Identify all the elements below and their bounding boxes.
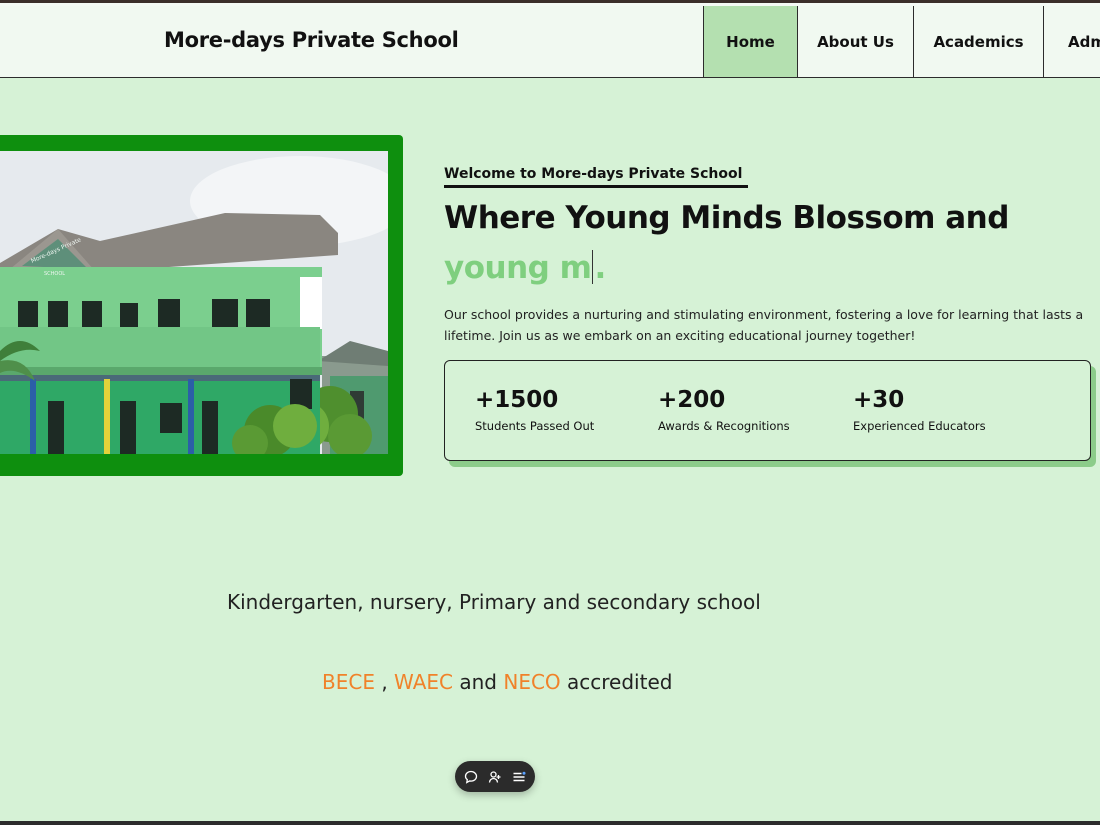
school-levels-text: Kindergarten, nursery, Primary and secon… [227, 590, 761, 614]
user-add-icon[interactable] [487, 769, 503, 785]
nav-item-admissions[interactable]: Admissions [1043, 6, 1100, 77]
typed-text-after-caret: . [594, 250, 606, 286]
nav-item-home[interactable]: Home [703, 6, 797, 77]
accreditation-separator: and [453, 670, 504, 694]
svg-text:SCHOOL: SCHOOL [44, 271, 65, 277]
accreditation-bece: BECE [322, 670, 375, 694]
hero-description: Our school provides a nurturing and stim… [444, 307, 1084, 343]
stat-students: +1500 Students Passed Out [475, 387, 594, 433]
chat-icon[interactable] [463, 769, 479, 785]
stat-awards: +200 Awards & Recognitions [658, 387, 790, 433]
typed-text-before-caret: young m [444, 250, 592, 286]
accreditation-tail: accredited [560, 670, 673, 694]
accreditation-text: BECE , WAEC and NECO accredited [322, 670, 672, 694]
accreditation-separator: , [374, 670, 395, 694]
main-nav: Home About Us Academics Admissions [703, 6, 1100, 77]
navbar: More-days Private School Home About Us A… [0, 6, 1100, 78]
accreditation-waec: WAEC [394, 670, 454, 694]
nav-item-academics[interactable]: Academics [913, 6, 1043, 77]
welcome-label: Welcome to More-days Private School [444, 166, 749, 188]
site-brand[interactable]: More-days Private School [164, 28, 459, 52]
stat-value: +200 [658, 387, 726, 413]
hero-headline: Where Young Minds Blossom and [444, 200, 1009, 236]
floating-toolbar [455, 761, 535, 792]
stat-educators: +30 Experienced Educators [853, 387, 986, 433]
stat-value: +30 [853, 387, 905, 413]
accreditation-neco: NECO [503, 670, 561, 694]
bottom-strip [0, 821, 1100, 825]
menu-list-icon[interactable] [511, 769, 527, 785]
stats-card: +1500 Students Passed Out +200 Awards & … [444, 360, 1091, 461]
school-building-photo: More-days Private SCHOOL [0, 151, 388, 454]
stat-label: Awards & Recognitions [658, 419, 790, 433]
nav-item-about-us[interactable]: About Us [797, 6, 913, 77]
stat-label: Students Passed Out [475, 419, 595, 433]
hero-typed-text: young m. [444, 250, 606, 286]
stat-value: +1500 [475, 387, 559, 413]
stat-label: Experienced Educators [853, 419, 986, 433]
